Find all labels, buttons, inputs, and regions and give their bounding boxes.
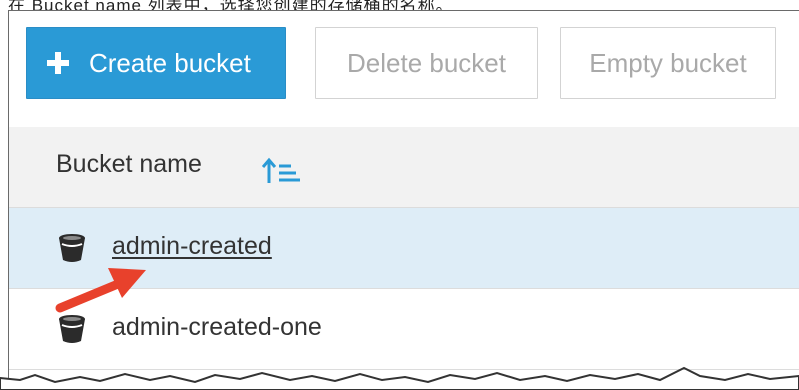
bucket-name-link[interactable]: admin-created bbox=[112, 232, 272, 261]
bucket-name[interactable]: admin-created-one bbox=[112, 313, 322, 342]
table-header: Bucket name bbox=[9, 127, 799, 208]
bucket-icon bbox=[59, 234, 85, 262]
table-row[interactable]: admin-created bbox=[9, 208, 799, 289]
bucket-icon bbox=[59, 315, 85, 343]
screenshot-page: 在 Bucket name 列表中，选择您创建的存储桶的名称。 Create b… bbox=[0, 0, 799, 390]
torn-paper-edge bbox=[0, 366, 799, 390]
sort-ascending-icon[interactable] bbox=[262, 157, 302, 185]
plus-icon bbox=[47, 52, 69, 74]
delete-bucket-label: Delete bucket bbox=[347, 47, 506, 78]
column-header-bucket-name[interactable]: Bucket name bbox=[56, 150, 202, 179]
create-bucket-label: Create bucket bbox=[89, 47, 251, 78]
empty-bucket-button[interactable]: Empty bucket bbox=[560, 27, 776, 99]
delete-bucket-button[interactable]: Delete bucket bbox=[315, 27, 538, 99]
empty-bucket-label: Empty bucket bbox=[589, 47, 747, 78]
create-bucket-button[interactable]: Create bucket bbox=[26, 27, 286, 99]
table-row[interactable]: admin-created-one bbox=[9, 289, 799, 370]
bucket-table: Bucket name admin-created admin-created-… bbox=[9, 127, 799, 370]
